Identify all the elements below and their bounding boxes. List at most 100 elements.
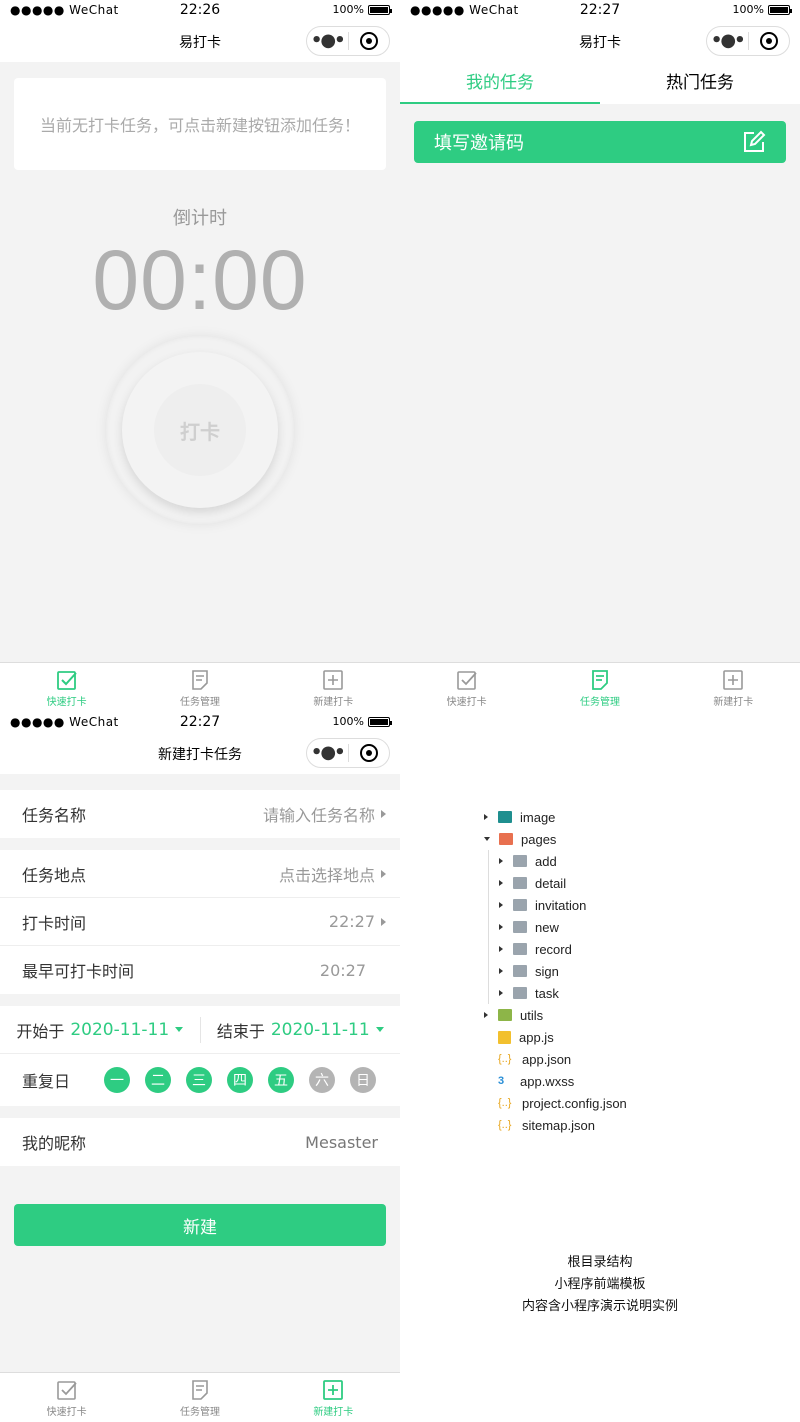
expand-arrow-icon: [499, 902, 503, 908]
nickname-field[interactable]: 我的昵称 Mesaster: [0, 1118, 400, 1166]
weekday-toggle[interactable]: 一: [104, 1067, 131, 1093]
weekday-toggle[interactable]: 六: [309, 1067, 336, 1093]
tree-folder[interactable]: task: [499, 982, 627, 1004]
start-date-label: 开始于: [16, 1021, 65, 1041]
weekday-toggle[interactable]: 日: [350, 1067, 377, 1093]
status-bar: ●●●●● WeChat 22:26 100%: [0, 0, 400, 22]
file-tree: image pages add detail invitation new re…: [484, 806, 627, 1136]
chevron-right-icon: [381, 869, 386, 878]
tree-file[interactable]: {..} project.config.json: [484, 1092, 627, 1114]
location-picker[interactable]: 点击选择地点: [279, 862, 375, 886]
task-name-input[interactable]: 请输入任务名称: [263, 802, 375, 826]
weekday-toggle[interactable]: 三: [186, 1067, 213, 1093]
end-date-picker[interactable]: 结束于 2020-11-11: [201, 1018, 401, 1042]
task-name-field[interactable]: 任务名称 请输入任务名称: [0, 790, 400, 838]
file-name: sitemap.json: [522, 1117, 595, 1133]
pages-children: add detail invitation new record sign ta…: [488, 850, 627, 1004]
battery-percent: 100%: [732, 3, 764, 16]
weekday-toggle[interactable]: 二: [145, 1067, 172, 1093]
tree-folder-pages[interactable]: pages: [484, 828, 627, 850]
tab-bar: 快速打卡 任务管理 新建打卡: [0, 1372, 400, 1422]
tree-folder[interactable]: invitation: [499, 894, 627, 916]
tab-new-punch[interactable]: 新建打卡: [667, 663, 800, 712]
punch-time-picker[interactable]: 22:27: [329, 912, 375, 931]
punch-button-ring: 打卡: [122, 352, 278, 508]
file-name: app.json: [522, 1051, 572, 1067]
tree-folder[interactable]: add: [499, 850, 627, 872]
more-menu-icon[interactable]: •●•: [707, 27, 748, 55]
folder-name: invitation: [535, 897, 587, 913]
nav-bar: 新建打卡任务 •●•: [0, 734, 400, 774]
plus-square-icon: [323, 1380, 344, 1400]
create-button[interactable]: 新建: [14, 1204, 386, 1246]
tree-folder-image[interactable]: image: [484, 806, 627, 828]
tree-folder[interactable]: new: [499, 916, 627, 938]
image-folder-icon: [498, 811, 512, 823]
empty-task-notice: 当前无打卡任务，可点击新建按钮添加任务！: [14, 78, 386, 170]
battery-indicator: 100%: [333, 715, 392, 728]
folder-name: image: [520, 809, 556, 825]
expand-arrow-icon: [499, 858, 503, 864]
expand-arrow-icon: [484, 814, 488, 820]
tab-label: 任务管理: [179, 1407, 220, 1418]
more-menu-icon[interactable]: •●•: [307, 27, 348, 55]
invite-code-button[interactable]: 填写邀请码: [414, 121, 786, 163]
close-mini-program-icon[interactable]: [348, 32, 389, 50]
tab-quick-punch[interactable]: 快速打卡: [0, 1373, 133, 1422]
check-square-icon: [456, 671, 477, 690]
more-menu-icon[interactable]: •●•: [307, 739, 348, 767]
folder-name: detail: [535, 875, 567, 891]
tab-task-manage[interactable]: 任务管理: [133, 1373, 266, 1422]
folder-icon: [513, 921, 527, 933]
tab-bar: 快速打卡 任务管理 新建打卡: [0, 662, 400, 712]
tree-folder[interactable]: detail: [499, 872, 627, 894]
pages-folder-icon: [499, 833, 513, 845]
start-date-picker[interactable]: 开始于 2020-11-11: [0, 1018, 200, 1042]
battery-percent: 100%: [332, 3, 364, 16]
task-name-label: 任务名称: [22, 806, 87, 825]
tree-file[interactable]: {..} app.json: [484, 1048, 627, 1070]
countdown-label: 倒计时: [173, 208, 227, 229]
tab-quick-punch[interactable]: 快速打卡: [400, 663, 533, 712]
plus-square-icon: [323, 670, 344, 690]
expand-arrow-icon: [499, 880, 503, 886]
end-date-value: 2020-11-11: [270, 1019, 370, 1040]
tab-my-tasks[interactable]: 我的任务: [400, 62, 600, 104]
tab-task-manage[interactable]: 任务管理: [533, 663, 666, 712]
tab-label: 新建打卡: [313, 1407, 354, 1418]
close-mini-program-icon[interactable]: [748, 32, 789, 50]
tree-file[interactable]: {..} sitemap.json: [484, 1114, 627, 1136]
punch-button[interactable]: 打卡: [106, 336, 294, 524]
close-mini-program-icon[interactable]: [348, 744, 389, 762]
expand-arrow-icon: [499, 968, 503, 974]
tab-new-punch[interactable]: 新建打卡: [267, 1373, 400, 1422]
expand-arrow-icon: [499, 946, 503, 952]
file-name: project.config.json: [522, 1095, 627, 1111]
check-square-icon: [56, 1381, 77, 1400]
location-field[interactable]: 任务地点 点击选择地点: [0, 850, 400, 898]
tab-label: 新建打卡: [313, 697, 354, 708]
expand-arrow-icon: [499, 990, 503, 996]
tab-label: 任务管理: [179, 697, 220, 708]
tree-folder-utils[interactable]: utils: [484, 1004, 627, 1026]
countdown-time: 00:00: [92, 233, 308, 327]
weekday-toggle[interactable]: 四: [227, 1067, 254, 1093]
task-tabs: 我的任务 热门任务: [400, 62, 800, 104]
weekday-toggle[interactable]: 五: [268, 1067, 295, 1093]
tab-hot-tasks[interactable]: 热门任务: [600, 62, 800, 104]
tree-file[interactable]: app.js: [484, 1026, 627, 1048]
tab-new-punch[interactable]: 新建打卡: [267, 663, 400, 712]
file-name: app.wxss: [520, 1073, 575, 1089]
punch-time-field[interactable]: 打卡时间 22:27: [0, 898, 400, 946]
nickname-input[interactable]: Mesaster: [305, 1133, 386, 1152]
tree-file[interactable]: 3 app.wxss: [484, 1070, 627, 1092]
tree-folder[interactable]: record: [499, 938, 627, 960]
folder-name: new: [535, 919, 559, 935]
repeat-days-label: 重复日: [22, 1072, 71, 1091]
folder-name: utils: [520, 1007, 544, 1023]
tab-task-manage[interactable]: 任务管理: [133, 663, 266, 712]
check-square-icon: [56, 671, 77, 690]
edit-icon: [744, 130, 766, 152]
tree-folder[interactable]: sign: [499, 960, 627, 982]
tab-quick-punch[interactable]: 快速打卡: [0, 663, 133, 712]
